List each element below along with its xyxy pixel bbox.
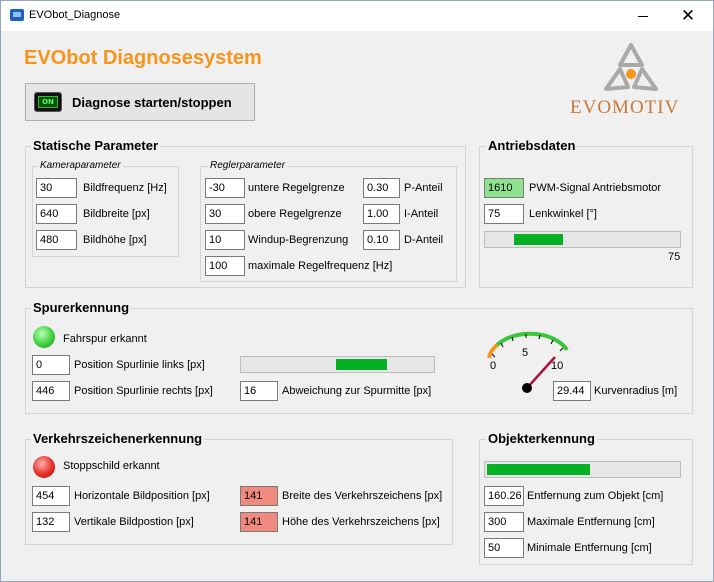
steering-progress-bar [484,231,681,248]
sign-height-label: Höhe des Verkehrszeichens [px] [282,516,440,528]
d-gain-label: D-Anteil [404,234,444,246]
evomotiv-logo: EVOMOTIV [566,41,696,121]
drive-data-title: Antriebsdaten [486,138,578,153]
title-bar: EVObot_Diagnose ✕ [1,1,713,31]
lane-deviation-fill [335,359,387,370]
pwm-signal-field[interactable]: 1610 [484,178,524,198]
sign-width-label: Breite des Verkehrszeichens [px] [282,490,443,502]
frame-rate-field[interactable]: 30 [36,178,77,198]
lower-limit-label: untere Regelgrenze [248,182,345,194]
vertical-position-label: Vertikale Bildpostion [px] [74,516,194,528]
app-heading: EVObot Diagnosesystem [24,47,262,69]
lane-right-position-field[interactable]: 446 [32,381,70,401]
frame-rate-label: Bildfrequenz [Hz] [83,182,167,194]
gauge-tick-5: 5 [522,347,528,359]
object-distance-bar [484,461,681,478]
image-height-field[interactable]: 480 [36,230,77,250]
diagnose-button-label: Diagnose starten/stoppen [72,95,232,110]
logo-mark-icon [604,43,658,91]
image-height-label: Bildhöhe [px] [83,234,147,246]
windup-limit-field[interactable]: 10 [205,230,245,250]
app-icon [10,9,24,21]
sign-width-field[interactable]: 141 [240,486,278,506]
gauge-tick-10: 10 [551,360,563,372]
steering-angle-field[interactable]: 75 [484,204,524,224]
stop-sign-status-led [33,456,55,478]
static-params-title: Statische Parameter [31,138,161,153]
lower-limit-field[interactable]: -30 [205,178,245,198]
i-gain-field[interactable]: 1.00 [363,204,400,224]
lane-deviation-field[interactable]: 16 [240,381,278,401]
on-badge: ON [38,96,58,108]
steering-bar-value: 75 [668,251,681,263]
p-gain-label: P-Anteil [404,182,443,194]
gauge-tick-0: 0 [490,360,496,372]
object-distance-field[interactable]: 160.26 [484,486,524,506]
close-icon: ✕ [680,6,696,25]
gauge-arc-normal [495,331,569,352]
steering-progress-fill [513,234,563,245]
gauge-arc-warning [487,343,499,359]
lane-deviation-label: Abweichung zur Spurmitte [px] [282,385,432,397]
camera-params-title: Kameraparameter [38,160,123,171]
vertical-position-field[interactable]: 132 [32,512,70,532]
upper-limit-field[interactable]: 30 [205,204,245,224]
image-width-field[interactable]: 640 [36,204,77,224]
app-window: EVObot_Diagnose ✕ EVObot Diagnosesystem … [0,0,714,582]
lane-status-led [33,326,55,348]
logo-text: EVOMOTIV [570,97,680,118]
max-control-frequency-label: maximale Regelfrequenz [Hz] [248,260,393,272]
object-distance-fill [487,464,591,475]
minimize-icon [638,15,648,17]
lane-right-position-label: Position Spurlinie rechts [px] [74,385,213,397]
controller-params-title: Reglerparameter [208,160,288,171]
min-distance-label: Minimale Entfernung [cm] [527,542,652,554]
steering-angle-label: Lenkwinkel [°] [529,208,597,220]
object-detection-title: Objekterkennung [486,431,597,446]
traffic-sign-title: Verkehrszeichenerkennung [31,431,205,446]
p-gain-field[interactable]: 0.30 [363,178,400,198]
i-gain-label: I-Anteil [404,208,439,220]
gauge-needle [526,356,556,389]
minimize-button[interactable] [626,1,660,31]
d-gain-field[interactable]: 0.10 [363,230,400,250]
curve-radius-label: Kurvenradius [m] [594,385,678,397]
upper-limit-label: obere Regelgrenze [248,208,342,220]
max-control-frequency-field[interactable]: 100 [205,256,245,276]
horizontal-position-field[interactable]: 454 [32,486,70,506]
diagnose-start-stop-button[interactable]: ON Diagnose starten/stoppen [25,83,255,121]
image-width-label: Bildbreite [px] [83,208,150,220]
max-distance-label: Maximale Entfernung [cm] [527,516,655,528]
stop-sign-status-label: Stoppschild erkannt [63,460,160,472]
lane-left-position-label: Position Spurlinie links [px] [74,359,205,371]
pwm-signal-label: PWM-Signal Antriebsmotor [529,182,662,194]
lane-deviation-bar [240,356,435,373]
close-button[interactable]: ✕ [671,1,705,31]
window-title: EVObot_Diagnose [29,9,121,21]
lane-left-position-field[interactable]: 0 [32,355,70,375]
power-switch-icon: ON [34,92,62,112]
gauge-hub [522,383,532,393]
lane-detection-title: Spurerkennung [31,300,132,315]
windup-limit-label: Windup-Begrenzung [248,234,349,246]
max-distance-field[interactable]: 300 [484,512,524,532]
curve-radius-field[interactable]: 29.44 [553,381,591,401]
lane-status-label: Fahrspur erkannt [63,333,147,345]
sign-height-field[interactable]: 141 [240,512,278,532]
horizontal-position-label: Horizontale Bildposition [px] [74,490,210,502]
object-distance-label: Entfernung zum Objekt [cm] [527,490,664,502]
min-distance-field[interactable]: 50 [484,538,524,558]
